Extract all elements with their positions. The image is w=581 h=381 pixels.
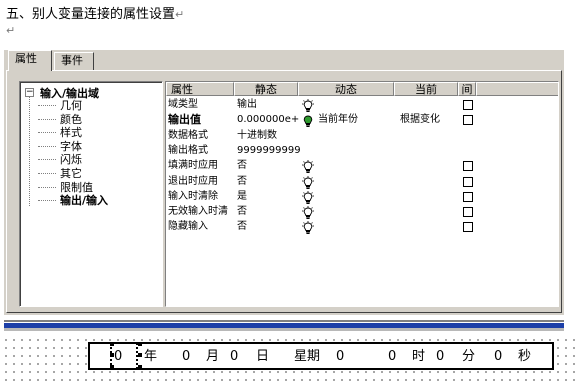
column-header-property[interactable]: 属性 [166, 82, 234, 96]
current-value[interactable]: 根据变化 [400, 113, 460, 127]
selection-frame [110, 343, 138, 369]
column-header-dynamic[interactable]: 动态 [298, 82, 394, 96]
grid-header: 属性 静态 动态 当前 间 [166, 82, 558, 96]
static-value[interactable]: 否 [237, 175, 301, 189]
clock-unit-label: 秒 [518, 349, 532, 364]
tree-item[interactable]: 样式 [38, 126, 82, 139]
static-value[interactable]: 是 [237, 190, 301, 204]
indirect-checkbox[interactable] [463, 222, 473, 233]
indirect-checkbox[interactable] [463, 115, 473, 126]
tree-item[interactable]: 其它 [38, 167, 82, 180]
clock-value-field[interactable]: 0 [336, 348, 344, 366]
grid-row[interactable]: 输出值 0.000000e+ 当前年份 根据变化 [166, 113, 558, 128]
property-name: 隐藏输入 [168, 221, 208, 233]
tab-events[interactable]: 事件 [54, 52, 94, 70]
grid-row[interactable]: 退出时应用 否 [166, 175, 558, 190]
clock-value-field[interactable]: 0 [182, 348, 190, 366]
date-time-field-group[interactable]: 0 年 0 月 0 日星期 0 0 时 0 分 0 秒 [88, 342, 554, 370]
property-name: 域类型 [168, 99, 198, 110]
tree-connector-line [29, 94, 30, 206]
static-value[interactable]: 否 [237, 159, 301, 173]
collapse-icon[interactable]: − [25, 88, 34, 97]
empty-paragraph-mark: ↵ [6, 24, 16, 37]
bulb-off-icon[interactable] [301, 175, 315, 190]
gray-divider-bar [4, 328, 564, 331]
grid-row[interactable]: 输入时清除 是 [166, 190, 558, 205]
dynamic-value[interactable]: 当前年份 [318, 113, 394, 127]
static-value[interactable]: 否 [237, 205, 301, 219]
properties-dialog: 属性 事件 − 输入/输出域 几何 颜色 样式 字体 闪烁 其它 限制值 输出/输入 属性 静… [4, 50, 564, 315]
clock-unit-label: 星期 [294, 349, 321, 364]
indirect-checkbox[interactable] [463, 176, 473, 187]
column-header-static[interactable]: 静态 [234, 82, 298, 96]
static-value[interactable]: 十进制数 [237, 129, 301, 143]
clock-unit-label: 月 [206, 349, 220, 364]
property-name: 输出格式 [168, 144, 208, 156]
tree-item[interactable]: 限制值 [38, 181, 93, 194]
column-header-current[interactable]: 当前 [394, 82, 458, 96]
bulb-on-icon[interactable] [301, 114, 315, 128]
property-name: 输入时清除 [168, 190, 218, 202]
clock-unit-label: 时 [412, 349, 426, 364]
clock-value-field[interactable]: 0 [436, 348, 444, 366]
indirect-checkbox[interactable] [463, 161, 473, 172]
property-name: 填满时应用 [168, 160, 218, 172]
resize-handle-mr[interactable] [138, 353, 142, 357]
column-header-empty [476, 82, 558, 96]
tree-item[interactable]: 几何 [38, 99, 82, 112]
indirect-checkbox[interactable] [463, 191, 473, 202]
resize-handle-br[interactable] [138, 365, 142, 369]
clock-unit-label: 年 [144, 349, 158, 364]
section-heading-text: 五、别人变量连接的属性设置 [6, 7, 176, 22]
grid-row[interactable]: 输出格式 9999999999 [166, 144, 558, 158]
tree-item[interactable]: 字体 [38, 140, 82, 153]
indirect-checkbox[interactable] [463, 100, 473, 110]
clock-value-field[interactable]: 0 [230, 348, 238, 366]
tab-properties[interactable]: 属性 [8, 50, 52, 71]
section-heading: 五、别人变量连接的属性设置↵ [6, 3, 184, 22]
word-document-page: 五、别人变量连接的属性设置↵ ↵ 属性 事件 − 输入/输出域 几何 颜色 样式 字体… [0, 0, 581, 381]
indirect-checkbox[interactable] [463, 207, 473, 218]
bulb-off-icon[interactable] [301, 190, 315, 205]
property-name: 无效输入时清 [168, 206, 228, 218]
clock-unit-label: 分 [462, 349, 476, 364]
resize-handle-tl[interactable] [110, 342, 114, 346]
resize-handle-tr[interactable] [138, 342, 142, 346]
clock-value-field[interactable]: 0 [494, 348, 502, 366]
resize-handle-ml[interactable] [110, 353, 114, 357]
tree-item[interactable]: 颜色 [38, 113, 82, 126]
static-value[interactable]: 否 [237, 220, 301, 234]
tree-item[interactable]: 闪烁 [38, 153, 82, 166]
grid-row[interactable]: 隐藏输入 否 [166, 220, 558, 235]
column-header-indirect[interactable]: 间 [458, 82, 476, 96]
resize-handle-bl[interactable] [110, 365, 114, 369]
grid-row[interactable]: 域类型 输出 [166, 98, 558, 113]
property-name: 退出时应用 [168, 175, 218, 187]
static-value[interactable]: 输出 [237, 98, 301, 112]
bulb-off-icon[interactable] [301, 221, 315, 235]
clock-unit-label: 日 [256, 349, 270, 364]
property-grid: 属性 静态 动态 当前 间 域类型 输出输出值 0.000000e+ 当前年份 根据变化… [165, 81, 559, 307]
properties-panel: − 输入/输出域 几何 颜色 样式 字体 闪烁 其它 限制值 输出/输入 属性 静态 动态 当… [6, 70, 562, 313]
static-value[interactable]: 9999999999 [237, 144, 301, 158]
bulb-off-icon[interactable] [301, 206, 315, 220]
grid-row[interactable]: 填满时应用 否 [166, 159, 558, 174]
bulb-off-icon[interactable] [301, 160, 315, 174]
tree-item[interactable]: 输出/输入 [37, 194, 108, 207]
property-name: 输出值 [168, 113, 201, 127]
divider-line [4, 320, 564, 322]
clock-value-field[interactable]: 0 [388, 348, 396, 366]
static-value[interactable]: 0.000000e+ [237, 113, 301, 127]
property-tree: − 输入/输出域 几何 颜色 样式 字体 闪烁 其它 限制值 输出/输入 [19, 81, 163, 307]
paragraph-mark: ↵ [175, 8, 185, 21]
bulb-off-icon[interactable] [301, 99, 315, 113]
property-name: 数据格式 [168, 129, 208, 141]
grid-row[interactable]: 数据格式 十进制数 [166, 129, 558, 143]
grid-row[interactable]: 无效输入时清否 [166, 205, 558, 220]
